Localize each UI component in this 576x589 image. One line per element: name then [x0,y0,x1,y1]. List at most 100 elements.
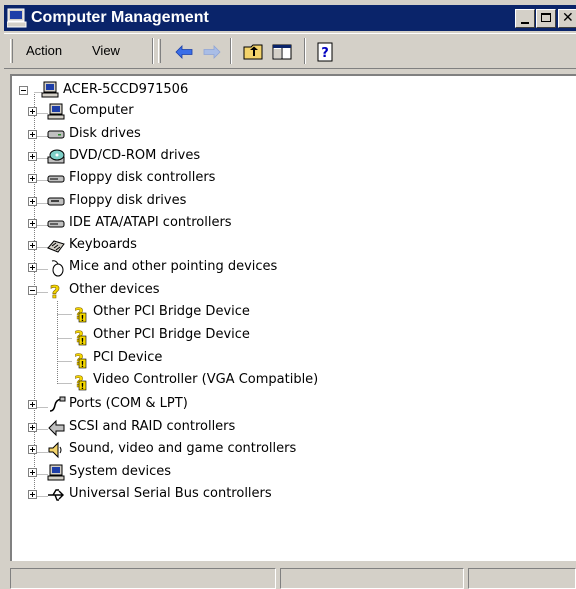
toolbar-grip[interactable] [158,39,161,63]
status-pane [468,568,576,589]
tree-item-keyboards[interactable]: Keyboards [10,236,410,256]
expand-icon[interactable] [28,400,37,409]
action-menu[interactable]: Action [26,43,62,58]
tree-item-other-devices[interactable]: ? Other devices [10,281,410,301]
tree-item-sound-video[interactable]: Sound, video and game controllers [10,440,410,460]
svg-text:?: ? [50,282,60,301]
toolbar-separator [152,38,154,64]
cd-drive-icon [47,149,65,164]
tree-item-ide-controllers[interactable]: IDE ATA/ATAPI controllers [10,214,410,234]
tree-item-label: Sound, video and game controllers [69,441,297,456]
mouse-icon [51,260,64,277]
tree-item-computer[interactable]: Computer [10,102,410,122]
computer-icon [47,103,65,120]
close-button[interactable] [558,9,576,28]
tree-item-other-pci-bridge-1[interactable]: ? ! Other PCI Bridge Device [10,303,410,323]
show-hide-tree-icon[interactable] [270,40,294,64]
unknown-device-warning-icon: ? ! [74,350,87,369]
tree-item-disk-drives[interactable]: Disk drives [10,125,410,145]
expand-icon[interactable] [28,490,37,499]
svg-text:!: ! [81,382,85,391]
floppy-drive-icon [47,197,65,206]
window-title: Computer Management [31,9,209,26]
toolbar-separator [230,38,232,64]
help-icon[interactable]: ? [314,40,338,64]
keyboard-icon [47,240,65,253]
port-cable-icon [49,396,66,412]
tree-item-video-controller[interactable]: ? ! Video Controller (VGA Compatible) [10,371,430,391]
toolbar: Action View ? [4,33,576,69]
expand-icon[interactable] [28,174,37,183]
tree-root[interactable]: ACER-5CCD971506 [10,80,310,100]
computer-management-icon [7,8,27,28]
tree-item-dvd-cdrom[interactable]: DVD/CD-ROM drives [10,147,410,167]
tree-item-usb-controllers[interactable]: Universal Serial Bus controllers [10,485,410,505]
tree-item-label: Other PCI Bridge Device [93,327,250,342]
maximize-button[interactable] [536,9,556,28]
tree-item-label: Disk drives [69,126,141,141]
tree-item-label: Other PCI Bridge Device [93,304,250,319]
computer-icon [47,464,65,481]
scsi-controller-icon [48,419,65,437]
unknown-device-warning-icon: ? ! [74,304,87,323]
tree-item-pci-device[interactable]: ? ! PCI Device [10,349,410,369]
toolbar-separator [304,38,306,64]
expand-icon[interactable] [28,241,37,250]
computer-icon [41,81,59,98]
status-pane [280,568,464,589]
view-menu[interactable]: View [92,43,120,58]
svg-text:!: ! [81,314,85,323]
back-arrow-icon[interactable] [172,40,196,64]
expand-icon[interactable] [28,219,37,228]
forward-arrow-icon[interactable] [200,40,224,64]
tree-item-floppy-drives[interactable]: Floppy disk drives [10,192,410,212]
collapse-icon[interactable] [19,86,28,95]
status-pane [10,568,276,589]
tree-item-system-devices[interactable]: System devices [10,463,410,483]
svg-text:!: ! [81,360,85,369]
tree-nodes: ACER-5CCD971506 Computer Disk drives DVD… [10,74,576,561]
root-label: ACER-5CCD971506 [63,82,189,97]
tree-item-ports[interactable]: Ports (COM & LPT) [10,395,410,415]
expand-icon[interactable] [28,197,37,206]
expand-icon[interactable] [28,152,37,161]
question-mark-icon: ? [49,282,60,301]
up-folder-icon[interactable] [242,40,266,64]
speaker-icon [48,441,62,459]
tree-item-label: Floppy disk drives [69,193,187,208]
tree-item-label: Computer [69,103,134,118]
tree-item-mice[interactable]: Mice and other pointing devices [10,258,410,278]
tree-item-scsi-raid[interactable]: SCSI and RAID controllers [10,418,410,438]
tree-item-label: DVD/CD-ROM drives [69,148,201,163]
tree-item-label: PCI Device [93,350,163,365]
tree-item-label: Universal Serial Bus controllers [69,486,272,501]
title-bar[interactable]: Computer Management [4,5,576,31]
tree-item-label: Keyboards [69,237,137,252]
svg-text:!: ! [81,337,85,346]
expand-icon[interactable] [28,468,37,477]
tree-item-label: IDE ATA/ATAPI controllers [69,215,232,230]
usb-icon [48,489,64,501]
unknown-device-warning-icon: ? ! [74,327,87,346]
tree-item-label: Floppy disk controllers [69,170,216,185]
expand-icon[interactable] [28,263,37,272]
tree-item-label: System devices [69,464,172,479]
tree-item-label: Ports (COM & LPT) [69,396,188,411]
tree-item-label: SCSI and RAID controllers [69,419,236,434]
unknown-device-warning-icon: ? ! [74,372,87,391]
tree-item-other-pci-bridge-2[interactable]: ? ! Other PCI Bridge Device [10,326,410,346]
expand-icon[interactable] [28,130,37,139]
menu-grip[interactable] [10,39,13,63]
expand-icon[interactable] [28,445,37,454]
svg-text:?: ? [321,46,329,61]
collapse-icon[interactable] [28,286,37,295]
tree-item-label: Other devices [69,282,160,297]
tree-item-label: Mice and other pointing devices [69,259,278,274]
disk-drive-icon [47,130,65,139]
expand-icon[interactable] [28,107,37,116]
expand-icon[interactable] [28,423,37,432]
ide-controller-icon [47,220,65,228]
minimize-button[interactable] [515,9,535,28]
tree-item-label: Video Controller (VGA Compatible) [93,372,319,387]
tree-item-floppy-controllers[interactable]: Floppy disk controllers [10,169,410,189]
